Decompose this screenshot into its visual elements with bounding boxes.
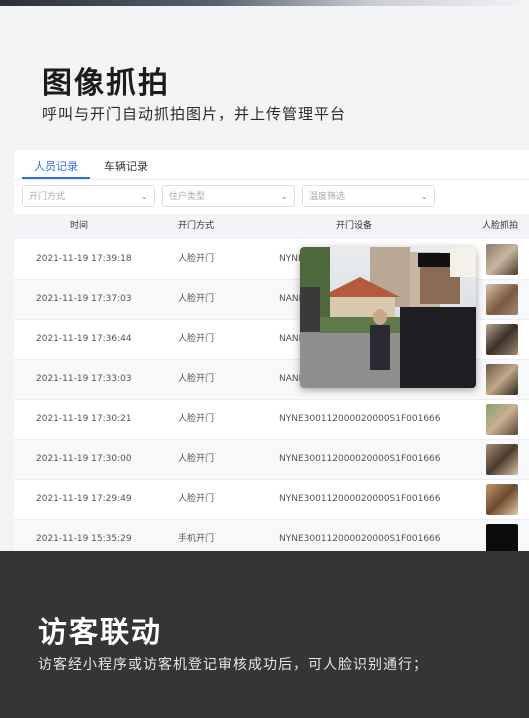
column-header-face-capture: 人脸抓拍 [482, 221, 519, 231]
face-thumbnail[interactable] [486, 364, 518, 395]
chevron-down-icon: ⌄ [280, 192, 288, 202]
temperature-select[interactable]: 温度筛选 ⌄ [302, 185, 435, 207]
table-row[interactable]: 2021-11-19 17:30:21 人脸开门 NYNE30011200002… [14, 400, 529, 440]
table-row[interactable]: 2021-11-19 17:30:00 人脸开门 NYNE30011200002… [14, 440, 529, 480]
capture-preview-popup[interactable] [300, 247, 476, 388]
table-header: 时间 开门方式 开门设备 人脸抓拍 [14, 214, 529, 239]
row-method: 人脸开门 [178, 454, 215, 464]
chevron-down-icon: ⌄ [140, 192, 148, 202]
row-device: NYNE300112000020000S1F001666 [279, 414, 441, 424]
row-time: 2021-11-19 17:36:44 [36, 334, 132, 344]
row-time: 2021-11-19 17:30:21 [36, 414, 132, 424]
capture-preview-image [300, 247, 476, 388]
table-row[interactable]: 2021-11-19 15:35:29 手机开门 NYNE30011200002… [14, 520, 529, 552]
row-method: 人脸开门 [178, 374, 215, 384]
face-thumbnail[interactable] [486, 484, 518, 515]
chevron-down-icon: ⌄ [420, 192, 428, 202]
row-time: 2021-11-19 15:35:29 [36, 534, 132, 544]
open-method-placeholder: 开门方式 [29, 192, 66, 202]
row-method: 人脸开门 [178, 494, 215, 504]
tab-vehicle-records[interactable]: 车辆记录 [104, 158, 148, 174]
resident-type-select[interactable]: 住户类型 ⌄ [162, 185, 295, 207]
open-method-select[interactable]: 开门方式 ⌄ [22, 185, 155, 207]
column-header-time: 时间 [70, 221, 89, 231]
visitor-section-title: 访客联动 [38, 615, 163, 649]
temperature-placeholder: 温度筛选 [309, 192, 346, 202]
face-thumbnail[interactable] [486, 244, 518, 275]
row-device: NYNE300112000020000S1F001666 [279, 454, 441, 464]
top-decor-bar [0, 0, 529, 6]
row-device: NYNE300112000020000S1F001666 [279, 494, 441, 504]
face-thumbnail[interactable] [486, 324, 518, 355]
column-header-method: 开门方式 [178, 221, 215, 231]
visitor-section: 访客联动 访客经小程序或访客机登记审核成功后，可人脸识别通行； [0, 551, 529, 718]
visitor-section-subtitle: 访客经小程序或访客机登记审核成功后，可人脸识别通行； [38, 657, 428, 673]
row-time: 2021-11-19 17:37:03 [36, 294, 132, 304]
row-method: 人脸开门 [178, 414, 215, 424]
row-method: 人脸开门 [178, 334, 215, 344]
table-row[interactable]: 2021-11-19 17:29:49 人脸开门 NYNE30011200002… [14, 480, 529, 520]
row-time: 2021-11-19 17:39:18 [36, 254, 132, 264]
row-device: NYNE300112000020000S1F001666 [279, 534, 441, 544]
row-time: 2021-11-19 17:29:49 [36, 494, 132, 504]
row-time: 2021-11-19 17:30:00 [36, 454, 132, 464]
active-tab-indicator [22, 177, 90, 179]
row-method: 手机开门 [178, 534, 215, 544]
section-title: 图像抓拍 [42, 66, 170, 101]
section-subtitle: 呼叫与开门自动抓拍图片，并上传管理平台 [42, 105, 347, 123]
column-header-device: 开门设备 [336, 221, 373, 231]
tab-person-records[interactable]: 人员记录 [34, 158, 78, 174]
row-method: 人脸开门 [178, 294, 215, 304]
face-thumbnail[interactable] [486, 524, 518, 552]
row-method: 人脸开门 [178, 254, 215, 264]
face-thumbnail[interactable] [486, 444, 518, 475]
row-time: 2021-11-19 17:33:03 [36, 374, 132, 384]
face-thumbnail[interactable] [486, 284, 518, 315]
face-thumbnail[interactable] [486, 404, 518, 435]
tab-bar: 人员记录 车辆记录 [14, 150, 529, 180]
resident-type-placeholder: 住户类型 [169, 192, 206, 202]
